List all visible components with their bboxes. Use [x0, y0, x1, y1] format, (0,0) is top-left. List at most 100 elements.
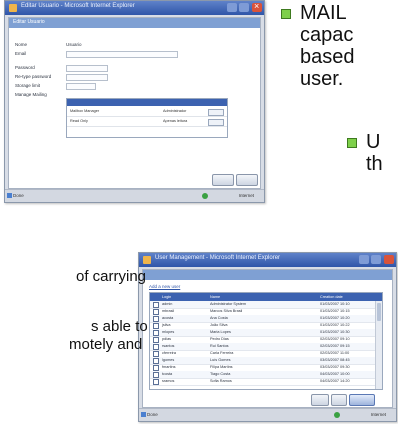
role-select[interactable]: [208, 119, 224, 126]
cell-login: lgomes: [162, 358, 175, 362]
page-icon: [7, 193, 12, 198]
bullet-icon: [281, 9, 291, 19]
form-panel: Editar Usuario Nome Usuario Email Passwo…: [8, 17, 261, 189]
cell-name: Carla Ferreira: [210, 351, 234, 355]
minimize-button[interactable]: [227, 3, 237, 12]
body-text-line: motely and: [69, 336, 143, 353]
title-bar[interactable]: Editar Usuario - Microsoft Internet Expl…: [5, 1, 264, 15]
field-label-email: Email: [15, 51, 27, 56]
rights-name: Mailbox Manager: [70, 109, 100, 113]
storage-limit-field[interactable]: [66, 83, 96, 90]
rights-role: Apenas leitura: [163, 119, 188, 123]
internet-zone-icon: [334, 412, 340, 418]
cell-date: 03/03/2007 08:45: [320, 358, 350, 362]
body-text-line: of carrying: [76, 268, 147, 285]
cell-name: Sofia Ramos: [210, 379, 232, 383]
field-label-retype: Re-type password: [15, 74, 52, 79]
column-header-date[interactable]: Creation date: [320, 295, 343, 299]
table-row[interactable]: Read Only Apenas leitura: [67, 118, 227, 127]
list-panel: Add a new user Login Name Creation date …: [142, 269, 393, 408]
cell-name: João Silva: [210, 323, 228, 327]
column-header-name[interactable]: Name: [210, 295, 220, 299]
edit-button[interactable]: [331, 394, 347, 406]
cell-login: fmartins: [162, 365, 176, 369]
cell-login: acosta: [162, 316, 174, 320]
password-field[interactable]: [66, 65, 108, 72]
browser-icon: [143, 256, 151, 264]
body-text-line: s able to: [91, 318, 148, 335]
bullet1-line: user.: [300, 68, 344, 90]
add-user-link[interactable]: Add a new user: [149, 284, 180, 289]
cell-name: Luís Gomes: [210, 358, 231, 362]
table-row[interactable]: sramos Sofia Ramos 04/03/2007 14:20: [150, 378, 376, 386]
cell-name: Pedro Dias: [210, 337, 229, 341]
users-table: Login Name Creation date admin Administra…: [149, 292, 383, 390]
internet-zone-icon: [202, 193, 208, 199]
title-bar[interactable]: User Management - Microsoft Internet Exp…: [139, 253, 396, 267]
window-title: Editar Usuario - Microsoft Internet Expl…: [21, 3, 135, 9]
bullet1-line: MAIL: [300, 2, 347, 24]
status-text: Done: [13, 193, 24, 198]
cell-login: jsilva: [162, 323, 171, 327]
cell-date: 01/03/2007 10:20: [320, 316, 350, 320]
cell-date: 04/03/2007 10:00: [320, 372, 350, 376]
cell-login: rsantos: [162, 344, 175, 348]
rights-table: Mailbox Manager Administrador Read Only …: [66, 98, 228, 138]
cell-name: Marcos Silva Brasil: [210, 309, 243, 313]
scroll-thumb[interactable]: [377, 303, 381, 321]
cell-date: 03/03/2007 09:30: [320, 365, 350, 369]
cell-name: Filipa Martins: [210, 365, 233, 369]
cell-login: tcosta: [162, 372, 173, 376]
cell-login: cferreira: [162, 351, 176, 355]
bullet2-line: th: [366, 153, 383, 175]
row-checkbox[interactable]: [153, 379, 159, 385]
form-header-label: Editar Usuario: [13, 19, 45, 25]
zone-text: Internet: [238, 193, 254, 198]
maximize-button[interactable]: [371, 255, 381, 264]
cell-date: 01/03/2007 10:22: [320, 323, 350, 327]
minimize-button[interactable]: [359, 255, 369, 264]
cell-login: sramos: [162, 379, 175, 383]
retype-password-field[interactable]: [66, 74, 108, 81]
page-icon: [141, 412, 146, 417]
ok-button[interactable]: [212, 174, 234, 186]
field-label-storage: Storage limit: [15, 83, 41, 88]
cell-date: 01/03/2007 10:10: [320, 302, 350, 306]
cell-date: 02/03/2007 09:10: [320, 337, 350, 341]
cell-login: pdias: [162, 337, 172, 341]
delete-button[interactable]: [311, 394, 329, 406]
email-field[interactable]: [66, 51, 178, 58]
cell-name: Ana Costa: [210, 316, 228, 320]
close-button[interactable]: [384, 255, 394, 264]
status-bar: Done Internet: [5, 189, 264, 202]
table-row[interactable]: Mailbox Manager Administrador: [67, 108, 227, 117]
cell-name: Tiago Costa: [210, 372, 231, 376]
field-value-name: Usuario: [66, 42, 82, 47]
field-label-mailing: Manage Mailing: [15, 92, 47, 97]
cell-login: mlopes: [162, 330, 175, 334]
window-title: User Management - Microsoft Internet Exp…: [155, 255, 281, 261]
cancel-button[interactable]: [236, 174, 258, 186]
user-list-window: User Management - Microsoft Internet Exp…: [138, 252, 397, 422]
column-header-login[interactable]: Login: [162, 295, 171, 299]
role-select[interactable]: [208, 109, 224, 116]
cell-date: 04/03/2007 14:20: [320, 379, 350, 383]
cell-name: Rui Santos: [210, 344, 229, 348]
new-user-button[interactable]: [349, 394, 375, 406]
field-label-name: Nome: [15, 42, 28, 47]
bullet2-line: U: [366, 131, 381, 153]
vertical-scrollbar[interactable]: [375, 301, 382, 389]
rights-role: Administrador: [163, 109, 187, 113]
browser-icon: [9, 4, 17, 12]
cell-login: mbrasil: [162, 309, 175, 313]
edit-user-window: Editar Usuario - Microsoft Internet Expl…: [4, 0, 265, 203]
form-header: Editar Usuario: [9, 18, 260, 28]
bullet-icon: [347, 138, 357, 148]
close-button[interactable]: [252, 1, 262, 12]
maximize-button[interactable]: [239, 3, 249, 12]
table-header: Login Name Creation date: [150, 293, 382, 301]
cell-date: 02/03/2007 09:15: [320, 344, 350, 348]
bullet1-line: based: [300, 46, 355, 68]
rights-name: Read Only: [70, 119, 88, 123]
cell-name: Administrator System: [210, 302, 247, 306]
